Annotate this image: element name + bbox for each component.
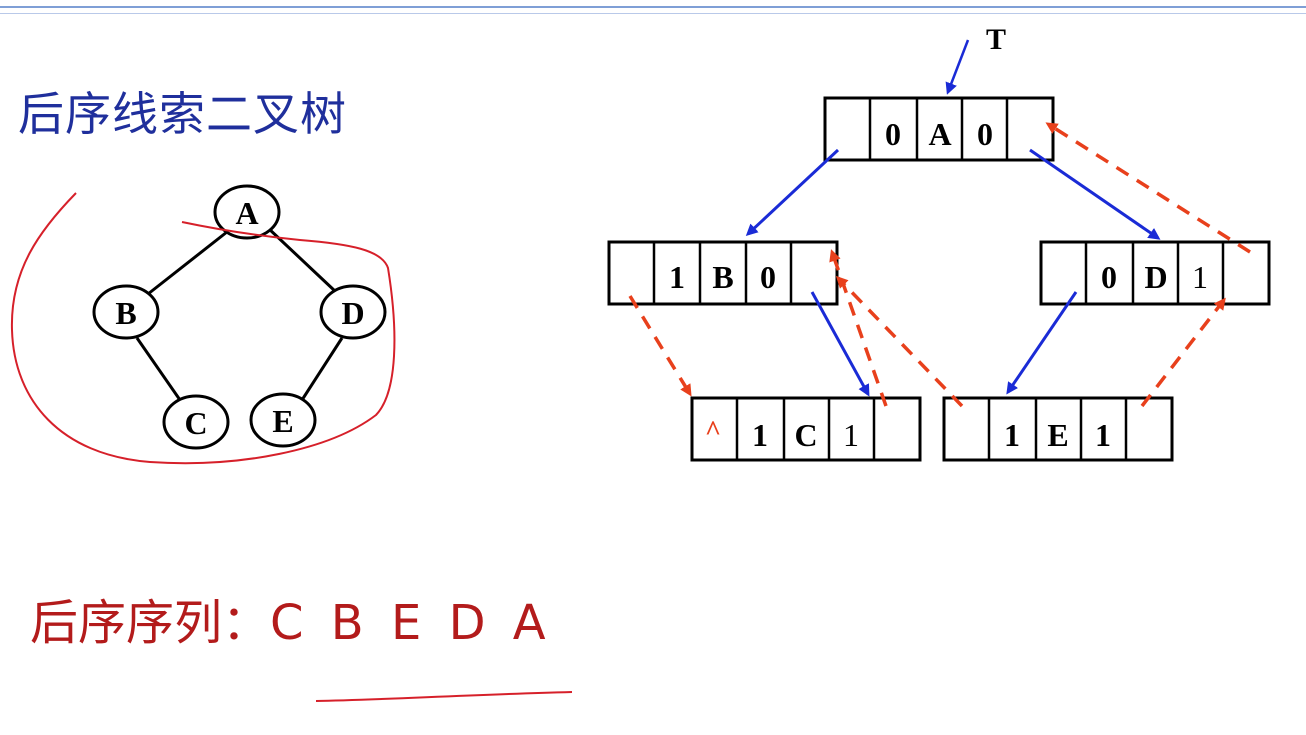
- record-c-ltag: 1: [752, 417, 768, 453]
- tree-edge-a-b: [147, 226, 233, 296]
- sequence-label: 后序序列：: [30, 595, 271, 651]
- tree-edge-b-c: [135, 337, 182, 401]
- record-b-rtag: 0: [760, 259, 776, 295]
- sequence-value: C B E D A: [270, 595, 552, 651]
- record-a: 0 A 0: [823, 96, 1055, 162]
- svg-text:A: A: [235, 195, 258, 231]
- child-link-a-d: [1029, 148, 1161, 240]
- binary-tree: A B D C E: [92, 184, 387, 450]
- thread-e-to-d: [1140, 297, 1226, 408]
- postorder-sequence: 后序序列：C B E D A: [30, 583, 552, 653]
- svg-text:C: C: [184, 405, 207, 441]
- tree-node-e: E: [249, 392, 317, 448]
- child-link-d-e: [1006, 291, 1078, 395]
- record-e-data: E: [1047, 417, 1068, 453]
- root-pointer-label: T: [986, 23, 1006, 56]
- record-b-data: B: [712, 259, 733, 295]
- tree-node-b: B: [92, 284, 160, 340]
- record-c-data: C: [794, 417, 817, 453]
- root-pointer-arrow: [945, 39, 970, 95]
- null-mark-c: ^: [705, 416, 721, 447]
- svg-text:D: D: [341, 295, 364, 331]
- annotation-underline: [315, 691, 573, 702]
- record-d-rtag: 1: [1192, 259, 1208, 295]
- record-d-data: D: [1144, 259, 1167, 295]
- svg-text:B: B: [115, 295, 136, 331]
- record-a-rtag: 0: [977, 116, 993, 152]
- record-e-ltag: 1: [1004, 417, 1020, 453]
- record-d-ltag: 0: [1101, 259, 1117, 295]
- thread-e-to-b: [835, 275, 964, 408]
- record-e-rtag: 1: [1095, 417, 1111, 453]
- record-c: ^ 1 C 1: [690, 396, 922, 462]
- svg-text:E: E: [272, 403, 293, 439]
- child-link-b-c: [810, 291, 870, 397]
- tree-node-d: D: [319, 284, 387, 340]
- record-a-ltag: 0: [885, 116, 901, 152]
- record-b-ltag: 1: [669, 259, 685, 295]
- record-c-rtag: 1: [843, 417, 859, 453]
- record-a-data: A: [928, 116, 951, 152]
- record-b: 1 B 0: [607, 240, 839, 306]
- tree-node-c: C: [162, 394, 230, 450]
- child-link-a-b: [745, 148, 840, 237]
- record-e: 1 E 1: [942, 396, 1174, 462]
- thread-c-to-b: [829, 249, 888, 407]
- thread-b-to-c: [628, 295, 692, 397]
- tree-edge-d-e: [300, 337, 344, 401]
